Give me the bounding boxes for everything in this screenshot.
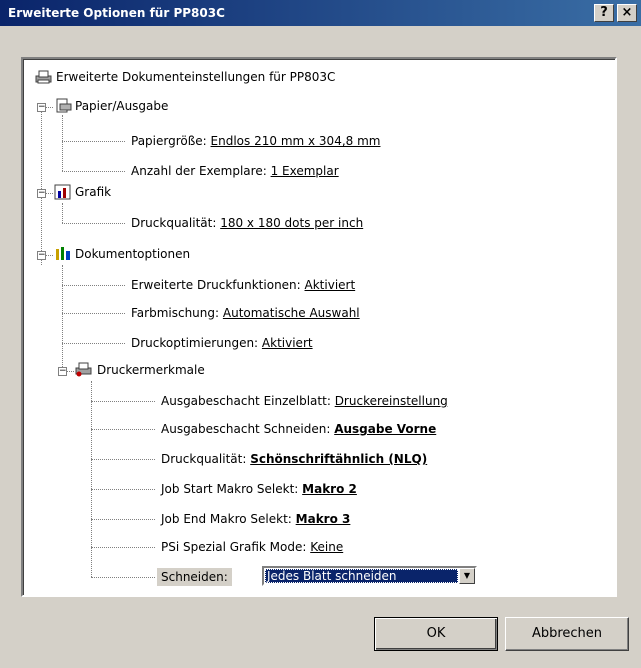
einzelblatt-label: Ausgabeschacht Einzelblatt:: [161, 394, 335, 408]
window-title: Erweiterte Optionen für PP803C: [8, 6, 225, 20]
tree-line: [91, 459, 155, 460]
tree-item-psi[interactable]: PSi Spezial Grafik Mode: Keine: [161, 538, 343, 556]
tree-line: [41, 107, 42, 265]
jobstart-label: Job Start Makro Selekt:: [161, 482, 303, 496]
options-tree[interactable]: Erweiterte Dokumenteinstellungen für PP8…: [21, 57, 617, 597]
jobend-value[interactable]: Makro 3: [296, 512, 351, 526]
psi-label: PSi Spezial Grafik Mode:: [161, 540, 311, 554]
tree-item-jobend[interactable]: Job End Makro Selekt: Makro 3: [161, 510, 350, 528]
psi-value[interactable]: Keine: [310, 540, 343, 554]
tree-item-papier[interactable]: Papier/Ausgabe: [75, 97, 168, 115]
jobend-label: Job End Makro Selekt:: [161, 512, 296, 526]
graphics-icon: [54, 184, 71, 200]
dropdown-arrow-icon[interactable]: ▼: [459, 568, 475, 584]
schneiden-selected-value: Jedes Blatt schneiden: [265, 569, 458, 583]
tree-item-farbmischung[interactable]: Farbmischung: Automatische Auswahl: [131, 304, 360, 322]
farbmischung-value[interactable]: Automatische Auswahl: [223, 306, 360, 320]
schneiden-label: Schneiden:: [161, 570, 228, 584]
document-options-icon: [56, 247, 70, 260]
tree-line: [91, 519, 155, 520]
tree-line: [62, 343, 125, 344]
tree-item-dokumentoptionen[interactable]: Dokumentoptionen: [75, 245, 190, 263]
collapse-icon[interactable]: −: [58, 367, 67, 376]
tree-line: [62, 285, 125, 286]
printer-features-icon: [75, 362, 92, 377]
tree-item-druckqualitaet[interactable]: Druckqualität: Schönschriftähnlich (NLQ): [161, 450, 427, 468]
printer-icon: [35, 70, 52, 84]
cancel-button[interactable]: Abbrechen: [505, 617, 629, 651]
schacht-schneiden-value[interactable]: Ausgabe Vorne: [334, 422, 436, 436]
exemplare-value[interactable]: 1 Exemplar: [271, 164, 339, 178]
tree-line: [62, 265, 63, 371]
collapse-icon[interactable]: −: [37, 251, 46, 260]
tree-item-einzelblatt[interactable]: Ausgabeschacht Einzelblatt: Druckereinst…: [161, 392, 448, 410]
collapse-icon[interactable]: −: [37, 103, 46, 112]
tree-item-druckermerkmale[interactable]: Druckermerkmale: [97, 361, 205, 379]
tree-item-druckqualitaet-grafik[interactable]: Druckqualität: 180 x 180 dots per inch: [131, 214, 363, 232]
tree-line: [91, 547, 155, 548]
tree-item-optimierungen[interactable]: Druckoptimierungen: Aktiviert: [131, 334, 313, 352]
tree-line: [62, 313, 125, 314]
einzelblatt-value[interactable]: Druckereinstellung: [335, 394, 448, 408]
ok-button[interactable]: OK: [374, 617, 498, 651]
qualitaet-value[interactable]: Schönschriftähnlich (NLQ): [250, 452, 427, 466]
tree-line: [91, 429, 155, 430]
help-button[interactable]: ?: [594, 4, 614, 22]
tree-line: [91, 489, 155, 490]
jobstart-value[interactable]: Makro 2: [302, 482, 357, 496]
druckqualitaet-value[interactable]: 180 x 180 dots per inch: [220, 216, 363, 230]
tree-item-jobstart[interactable]: Job Start Makro Selekt: Makro 2: [161, 480, 357, 498]
tree-item-erweiterte[interactable]: Erweiterte Druckfunktionen: Aktiviert: [131, 276, 355, 294]
schacht-schneiden-label: Ausgabeschacht Schneiden:: [161, 422, 335, 436]
tree-line: [62, 223, 125, 224]
tree-line: [62, 115, 63, 171]
paper-output-icon: [56, 98, 72, 113]
tree-root[interactable]: Erweiterte Dokumenteinstellungen für PP8…: [56, 68, 335, 86]
tree-line: [62, 203, 63, 223]
tree-line: [62, 141, 125, 142]
title-bar: Erweiterte Optionen für PP803C ? ×: [0, 0, 641, 26]
exemplare-label: Anzahl der Exemplare:: [131, 164, 271, 178]
tree-line: [91, 401, 155, 402]
papiergroesse-value[interactable]: Endlos 210 mm x 304,8 mm: [211, 134, 381, 148]
tree-item-schacht-schneiden[interactable]: Ausgabeschacht Schneiden: Ausgabe Vorne: [161, 420, 436, 438]
tree-item-exemplare[interactable]: Anzahl der Exemplare: 1 Exemplar: [131, 162, 339, 180]
farbmischung-label: Farbmischung:: [131, 306, 223, 320]
erweiterte-label: Erweiterte Druckfunktionen:: [131, 278, 305, 292]
tree-line: [91, 577, 155, 578]
tree-item-grafik[interactable]: Grafik: [75, 183, 111, 201]
erweiterte-value[interactable]: Aktiviert: [305, 278, 356, 292]
optimierung-value[interactable]: Aktiviert: [262, 336, 313, 350]
qualitaet-label: Druckqualität:: [161, 452, 251, 466]
papiergroesse-label: Papiergröße:: [131, 134, 211, 148]
tree-line: [62, 171, 125, 172]
tree-item-schneiden[interactable]: Schneiden:: [157, 568, 232, 586]
collapse-icon[interactable]: −: [37, 189, 46, 198]
tree-item-papiergroesse[interactable]: Papiergröße: Endlos 210 mm x 304,8 mm: [131, 132, 380, 150]
schneiden-select[interactable]: Jedes Blatt schneiden ▼: [262, 566, 477, 586]
druckqualitaet-label: Druckqualität:: [131, 216, 221, 230]
optimierung-label: Druckoptimierungen:: [131, 336, 262, 350]
close-button[interactable]: ×: [617, 4, 637, 22]
